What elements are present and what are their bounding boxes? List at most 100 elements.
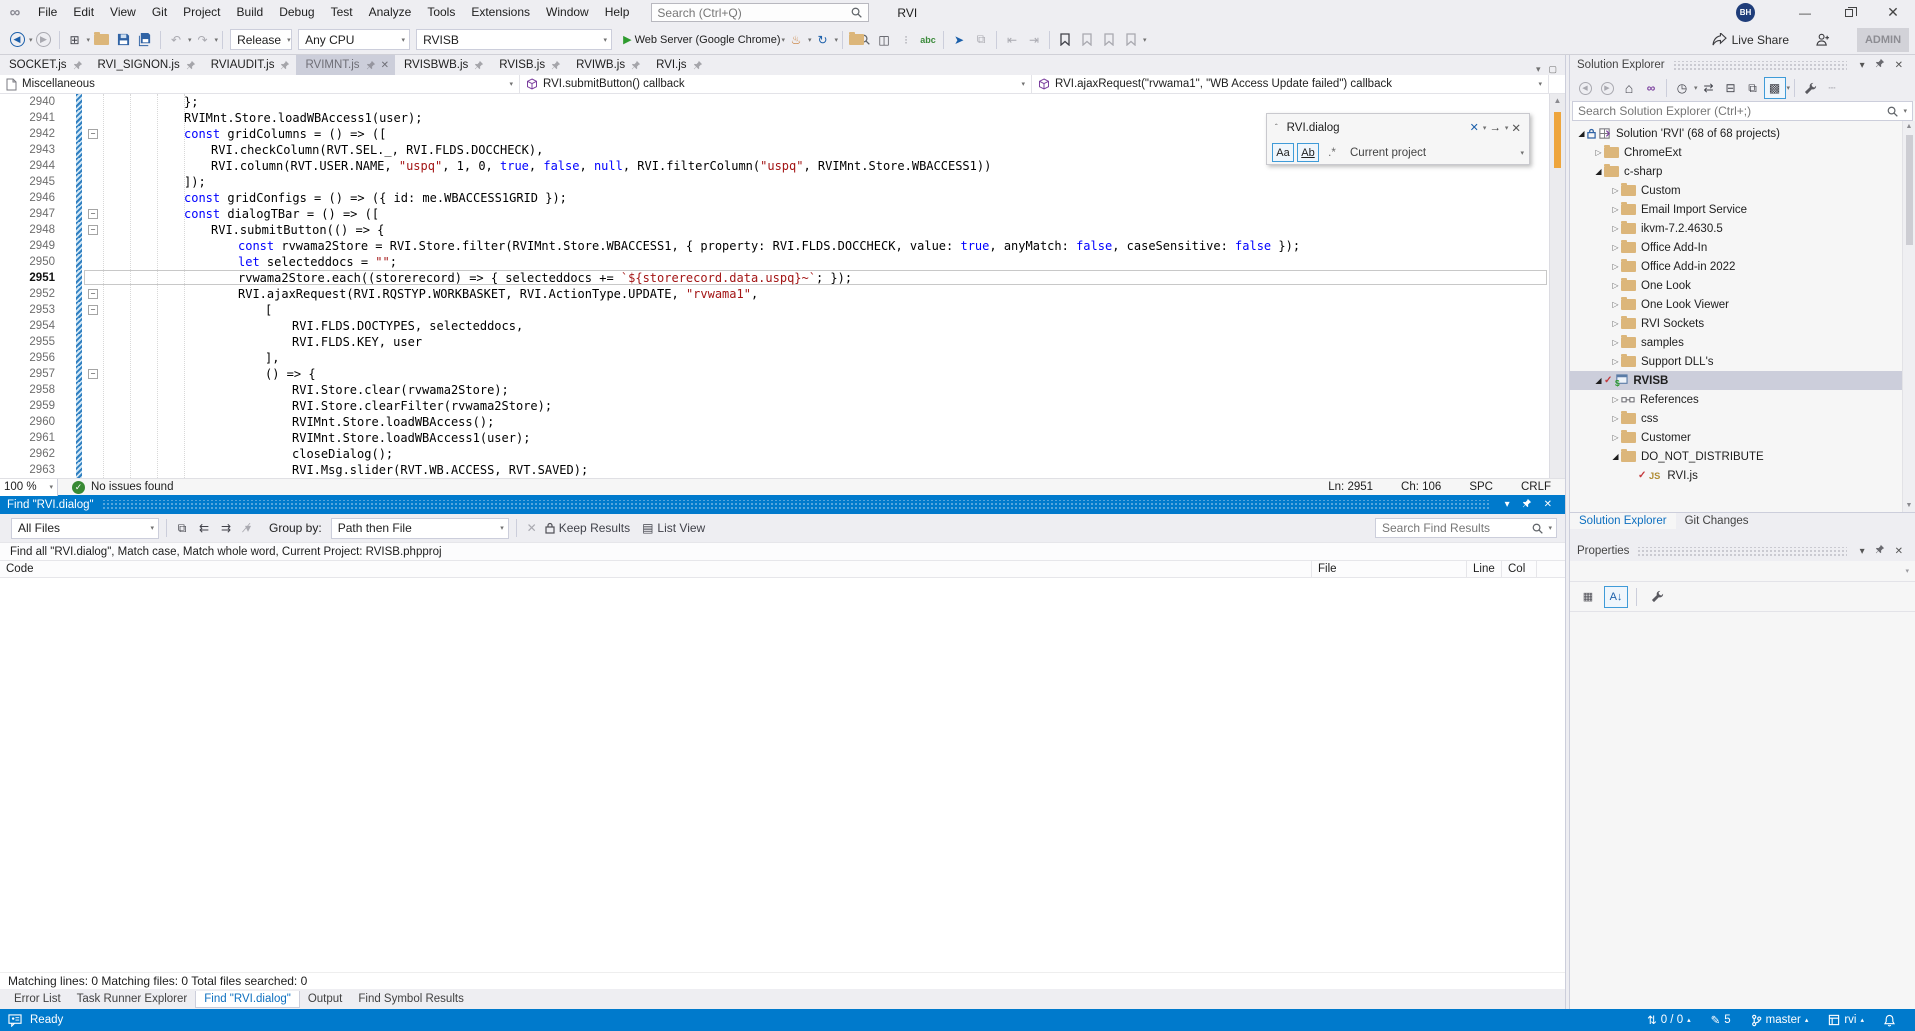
tree-item-ikvm-7-2-4630-5[interactable]: ▷ikvm-7.2.4630.5: [1570, 219, 1915, 238]
menu-item-tools[interactable]: Tools: [419, 0, 463, 25]
tree-expander-icon[interactable]: ▷: [1610, 395, 1621, 404]
bottom-tab-error-list[interactable]: Error List: [6, 991, 69, 1007]
tree-expander-icon[interactable]: ▷: [1610, 319, 1621, 328]
navigate-back-button[interactable]: ◀: [6, 29, 28, 51]
search-find-results-input[interactable]: Search Find Results ▾: [1375, 518, 1557, 538]
tree-item-support-dll-s[interactable]: ▷Support DLL's: [1570, 352, 1915, 371]
tree-item-samples[interactable]: ▷samples: [1570, 333, 1915, 352]
scroll-down-icon[interactable]: ▼: [1903, 500, 1915, 512]
live-share-button[interactable]: Live Share: [1712, 33, 1789, 47]
document-tab-rvi_signon.js[interactable]: RVI_SIGNON.js: [89, 55, 202, 75]
admin-button[interactable]: ADMIN: [1857, 28, 1909, 52]
scroll-up-icon[interactable]: ▲: [1903, 121, 1915, 133]
properties-title-bar[interactable]: Properties ▾ ✕: [1570, 541, 1915, 561]
pin-icon[interactable]: [1516, 498, 1538, 512]
scroll-thumb[interactable]: [1906, 135, 1913, 245]
tree-expander-icon[interactable]: ▷: [1610, 300, 1621, 309]
navigation-bar-section[interactable]: Miscellaneous▾: [0, 75, 520, 93]
preview-selected-items-button[interactable]: ▩: [1764, 77, 1786, 99]
bottom-tab-find-rvi-dialog-[interactable]: Find "RVI.dialog": [195, 991, 300, 1008]
tree-item-references[interactable]: ▷References: [1570, 390, 1915, 409]
dropdown-arrow-icon[interactable]: ▾: [1011, 80, 1025, 88]
solution-explorer-title-bar[interactable]: Solution Explorer ▾ ✕: [1570, 55, 1915, 75]
show-all-files-button[interactable]: ┄: [1821, 77, 1843, 99]
tree-item-rvisb[interactable]: ◢✓$RVISB: [1570, 371, 1915, 390]
char-indicator[interactable]: Ch: 106: [1387, 481, 1455, 493]
pin-icon[interactable]: [631, 60, 641, 71]
restore-button[interactable]: [1827, 0, 1871, 25]
code-line-2950[interactable]: 2950let selecteddocs = "";: [0, 254, 1565, 270]
results-column-file[interactable]: File: [1312, 560, 1467, 578]
menu-item-help[interactable]: Help: [597, 0, 638, 25]
tree-expander-icon[interactable]: ▷: [1610, 224, 1621, 233]
code-line-2951[interactable]: 2951rvwama2Store.each((storerecord) => {…: [0, 270, 1565, 286]
sync-commits-button[interactable]: ⇅ 0 / 0▴: [1637, 1009, 1701, 1031]
list-view-button[interactable]: ▤ List View: [640, 517, 707, 539]
clear-bookmarks-button[interactable]: [1120, 29, 1142, 51]
feedback-icon[interactable]: [8, 1014, 22, 1027]
new-window-button[interactable]: ◫: [873, 29, 895, 51]
results-column-line[interactable]: Line: [1467, 560, 1502, 578]
document-tab-rviaudit.js[interactable]: RVIAUDIT.js: [202, 55, 297, 75]
tree-item-do-not-distribute[interactable]: ◢DO_NOT_DISTRIBUTE: [1570, 447, 1915, 466]
sync-with-active-document-button[interactable]: ⇄: [1698, 77, 1720, 99]
quick-search-input[interactable]: Search (Ctrl+Q): [651, 3, 869, 22]
document-tab-rvisb.js[interactable]: RVISB.js: [490, 55, 567, 75]
minimize-button[interactable]: ―: [1783, 0, 1827, 25]
tree-expander-icon[interactable]: ▷: [1610, 205, 1621, 214]
tree-item-one-look[interactable]: ▷One Look: [1570, 276, 1915, 295]
whole-word-toggle[interactable]: Ab: [1297, 143, 1319, 162]
tree-expander-icon[interactable]: ▷: [1610, 262, 1621, 271]
categorized-view-button[interactable]: ▦: [1576, 586, 1600, 608]
tree-item-rvi-sockets[interactable]: ▷RVI Sockets: [1570, 314, 1915, 333]
decrease-indent-button[interactable]: ⇤: [1001, 29, 1023, 51]
fold-collapse-icon[interactable]: −: [88, 129, 98, 139]
tree-expander-icon[interactable]: ▷: [1610, 186, 1621, 195]
select-element-button[interactable]: ➤: [948, 29, 970, 51]
collapse-all-button[interactable]: ⊟: [1720, 77, 1742, 99]
pin-icon[interactable]: [366, 60, 376, 71]
tree-expander-icon[interactable]: ▷: [1610, 357, 1621, 366]
menu-item-debug[interactable]: Debug: [271, 0, 322, 25]
code-line-2956[interactable]: 2956],: [0, 350, 1565, 366]
indentation-indicator[interactable]: SPC: [1455, 481, 1507, 493]
open-file-button[interactable]: [90, 29, 112, 51]
fold-collapse-icon[interactable]: −: [88, 289, 98, 299]
tree-item-email-import-service[interactable]: ▷Email Import Service: [1570, 200, 1915, 219]
pin-icon[interactable]: [1870, 544, 1890, 558]
tree-item-c-sharp[interactable]: ◢c-sharp: [1570, 162, 1915, 181]
save-all-button[interactable]: [134, 29, 156, 51]
breakpoint-grid-icon[interactable]: ⁝: [895, 29, 917, 51]
pending-edits-button[interactable]: ✎ 5: [1701, 1009, 1741, 1031]
sidebar-tab-git-changes[interactable]: Git Changes: [1676, 513, 1758, 529]
pin-icon[interactable]: [693, 60, 703, 71]
next-location-button[interactable]: ⇉: [215, 517, 237, 539]
toggle-bookmark-button[interactable]: [1054, 29, 1076, 51]
restart-button[interactable]: ↻: [812, 29, 834, 51]
settings-wrench-button[interactable]: [1799, 77, 1821, 99]
menu-item-build[interactable]: Build: [229, 0, 272, 25]
navigate-forward-button[interactable]: ▶: [33, 29, 55, 51]
find-expand-chevron-icon[interactable]: ˆ: [1272, 123, 1281, 132]
code-line-2963[interactable]: 2963RVI.Msg.slider(RVT.WB.ACCESS, RVT.SA…: [0, 462, 1565, 478]
window-position-dropdown-icon[interactable]: ▾: [1499, 499, 1516, 510]
tree-item-office-add-in-2022[interactable]: ▷Office Add-in 2022: [1570, 257, 1915, 276]
document-tab-rvi.js[interactable]: RVI.js: [647, 55, 708, 75]
bottom-tab-output[interactable]: Output: [300, 991, 351, 1007]
menu-item-analyze[interactable]: Analyze: [361, 0, 420, 25]
new-project-button[interactable]: ⊞: [64, 29, 86, 51]
fold-collapse-icon[interactable]: −: [88, 305, 98, 315]
fold-collapse-icon[interactable]: −: [88, 369, 98, 379]
code-line-2945[interactable]: 2945]);: [0, 174, 1565, 190]
tree-expander-icon[interactable]: ▷: [1610, 281, 1621, 290]
bottom-tab-find-symbol-results[interactable]: Find Symbol Results: [350, 991, 471, 1007]
find-query-input[interactable]: RVI.dialog: [1281, 122, 1467, 134]
tree-expander-icon[interactable]: ▷: [1610, 243, 1621, 252]
solution-explorer-search-input[interactable]: Search Solution Explorer (Ctrl+;) ▾: [1572, 101, 1913, 121]
sidebar-tab-solution-explorer[interactable]: Solution Explorer: [1570, 513, 1676, 529]
bottom-tab-task-runner-explorer[interactable]: Task Runner Explorer: [69, 991, 196, 1007]
results-column-col[interactable]: Col: [1502, 560, 1537, 578]
fold-collapse-icon[interactable]: −: [88, 225, 98, 235]
code-line-2962[interactable]: 2962closeDialog();: [0, 446, 1565, 462]
close-panel-icon[interactable]: ✕: [1538, 499, 1558, 510]
